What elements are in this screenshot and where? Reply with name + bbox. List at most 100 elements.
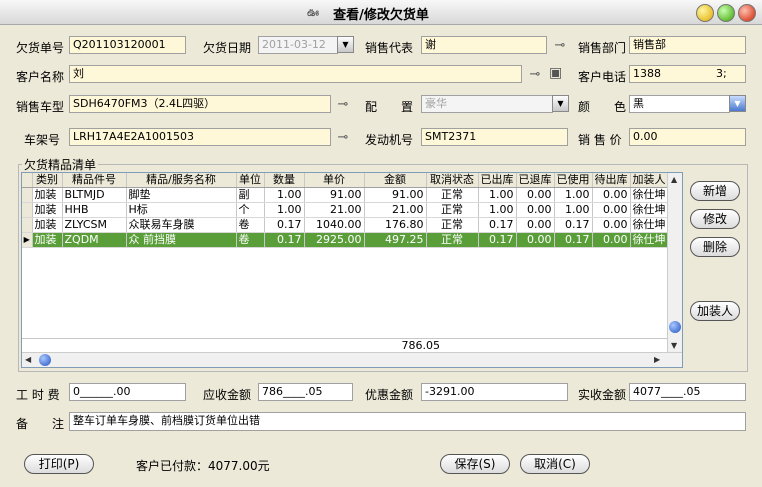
- lookup-icon[interactable]: ▣: [549, 65, 562, 81]
- cell: 众联易车身膜: [126, 217, 237, 233]
- color-label: 颜 色: [578, 100, 627, 114]
- color-field[interactable]: 黑: [629, 95, 730, 113]
- save-button[interactable]: 保存(S): [440, 454, 510, 474]
- pin-icon[interactable]: ⊸: [554, 38, 566, 53]
- cell: 0.00: [592, 232, 631, 248]
- received-field[interactable]: 4077____.05: [629, 383, 746, 401]
- dropdown-arrow-icon[interactable]: ▼: [729, 95, 746, 112]
- column-header[interactable]: 已使用: [554, 173, 593, 188]
- frame-field[interactable]: LRH17A4E2A1001503: [69, 128, 331, 146]
- cell: 个: [236, 202, 265, 218]
- cell: 0.17: [264, 217, 305, 233]
- scroll-down-icon[interactable]: ▼: [671, 341, 677, 350]
- horizontal-scrollbar[interactable]: ◀ ▶: [22, 352, 682, 367]
- total-amount: 786.05: [401, 339, 441, 352]
- column-header[interactable]: 加装人: [630, 173, 669, 188]
- note-field[interactable]: 整车订单车身膜、前档膜订货单位出错: [69, 412, 746, 431]
- cell: 正常: [426, 187, 479, 203]
- cell: ZLYCSM: [62, 217, 127, 233]
- column-header[interactable]: 类别: [32, 173, 63, 188]
- receivable-field[interactable]: 786____.05: [258, 383, 353, 401]
- customer-label: 客户名称: [16, 70, 65, 84]
- cell: 1040.00: [304, 217, 365, 233]
- received-label: 实收金额: [578, 388, 627, 402]
- dept-field[interactable]: 销售部: [629, 36, 746, 54]
- scroll-left-icon[interactable]: ◀: [25, 355, 31, 364]
- column-header[interactable]: 待出库: [592, 173, 631, 188]
- cell: 正常: [426, 217, 479, 233]
- discount-field[interactable]: -3291.00: [421, 383, 568, 401]
- row-indicator: [22, 202, 33, 218]
- cancel-button[interactable]: 取消(C): [520, 454, 590, 474]
- cell: 1.00: [478, 187, 517, 203]
- cell: 徐仕坤: [630, 202, 669, 218]
- rep-field[interactable]: 谢: [421, 36, 547, 54]
- config-label: 配 置: [365, 100, 414, 114]
- cell: 0.00: [516, 187, 555, 203]
- cell: H标: [126, 202, 237, 218]
- pin-icon[interactable]: ⊸: [529, 67, 541, 82]
- price-field[interactable]: 0.00: [629, 128, 746, 146]
- edit-button[interactable]: 修改: [690, 209, 740, 229]
- delete-button[interactable]: 删除: [690, 237, 740, 257]
- column-header[interactable]: 已退库: [516, 173, 555, 188]
- cell: BLTMJD: [62, 187, 127, 203]
- cell: 0.17: [478, 232, 517, 248]
- date-field[interactable]: 2011-03-12: [258, 36, 338, 54]
- print-button[interactable]: 打印(P): [24, 454, 94, 474]
- cell: 0.17: [478, 217, 517, 233]
- model-field[interactable]: SDH6470FM3（2.4L四驱）: [69, 95, 331, 113]
- column-header[interactable]: 单位: [236, 173, 265, 188]
- cell: 徐仕坤: [630, 217, 669, 233]
- scroll-thumb[interactable]: [669, 321, 681, 333]
- date-label: 欠货日期: [203, 41, 252, 55]
- column-header[interactable]: 精品/服务名称: [126, 173, 237, 188]
- cell: 0.17: [264, 232, 305, 248]
- cell: 1.00: [554, 202, 593, 218]
- vertical-scrollbar[interactable]: ▲ ▼: [667, 173, 682, 353]
- column-header[interactable]: 金额: [364, 173, 427, 188]
- order-no-label: 欠货单号: [16, 41, 65, 55]
- close-button[interactable]: [738, 4, 756, 22]
- phone-field[interactable]: 1388 3;: [629, 65, 746, 83]
- table-row-selected[interactable]: ▶ 加装 ZQDM 众 前挡膜 卷 0.17 2925.00 497.25 正常…: [22, 232, 669, 248]
- cell: 徐仕坤: [630, 187, 669, 203]
- column-header[interactable]: 单价: [304, 173, 365, 188]
- order-no-field[interactable]: Q201103120001: [69, 36, 186, 54]
- customer-field[interactable]: 刘: [69, 65, 522, 83]
- items-grid[interactable]: 类别 精品件号 精品/服务名称 单位 数量 单价 金额 取消状态 已出库 已退库…: [21, 172, 683, 368]
- add-button[interactable]: 新增: [690, 181, 740, 201]
- grid-header: 类别 精品件号 精品/服务名称 单位 数量 单价 金额 取消状态 已出库 已退库…: [22, 173, 669, 188]
- pin-icon[interactable]: ⊸: [337, 130, 349, 145]
- table-row[interactable]: 加装 HHB H标 个 1.00 21.00 21.00 正常 1.00 0.0…: [22, 202, 669, 218]
- window-title: 查看/修改欠货单: [333, 8, 429, 23]
- paid-text: 客户已付款：4077.00元: [136, 459, 270, 473]
- cell: 副: [236, 187, 265, 203]
- cell: 脚垫: [126, 187, 237, 203]
- column-header[interactable]: 数量: [264, 173, 305, 188]
- minimize-button[interactable]: [696, 4, 714, 22]
- labor-field[interactable]: 0______.00: [69, 383, 186, 401]
- column-header[interactable]: 精品件号: [62, 173, 127, 188]
- dropdown-arrow-icon[interactable]: ▼: [552, 95, 569, 112]
- installer-button[interactable]: 加装人: [690, 301, 740, 321]
- config-field[interactable]: 豪华: [421, 95, 553, 113]
- maximize-button[interactable]: [717, 4, 735, 22]
- cell: 91.00: [304, 187, 365, 203]
- cell: 0.00: [516, 217, 555, 233]
- cell: 497.25: [364, 232, 427, 248]
- cell: 正常: [426, 202, 479, 218]
- table-row[interactable]: 加装 ZLYCSM 众联易车身膜 卷 0.17 1040.00 176.80 正…: [22, 217, 669, 233]
- scroll-up-icon[interactable]: ▲: [671, 175, 677, 184]
- cell: 21.00: [304, 202, 365, 218]
- engine-field[interactable]: SMT2371: [421, 128, 568, 146]
- scroll-right-icon[interactable]: ▶: [654, 355, 660, 364]
- column-header[interactable]: 已出库: [478, 173, 517, 188]
- pin-icon[interactable]: ⊸: [337, 97, 349, 112]
- table-row[interactable]: 加装 BLTMJD 脚垫 副 1.00 91.00 91.00 正常 1.00 …: [22, 187, 669, 203]
- labor-label: 工 时 费: [16, 388, 60, 402]
- dropdown-arrow-icon[interactable]: ▼: [337, 36, 354, 53]
- cell: 0.00: [516, 232, 555, 248]
- scroll-thumb[interactable]: [39, 354, 51, 366]
- column-header[interactable]: 取消状态: [426, 173, 479, 188]
